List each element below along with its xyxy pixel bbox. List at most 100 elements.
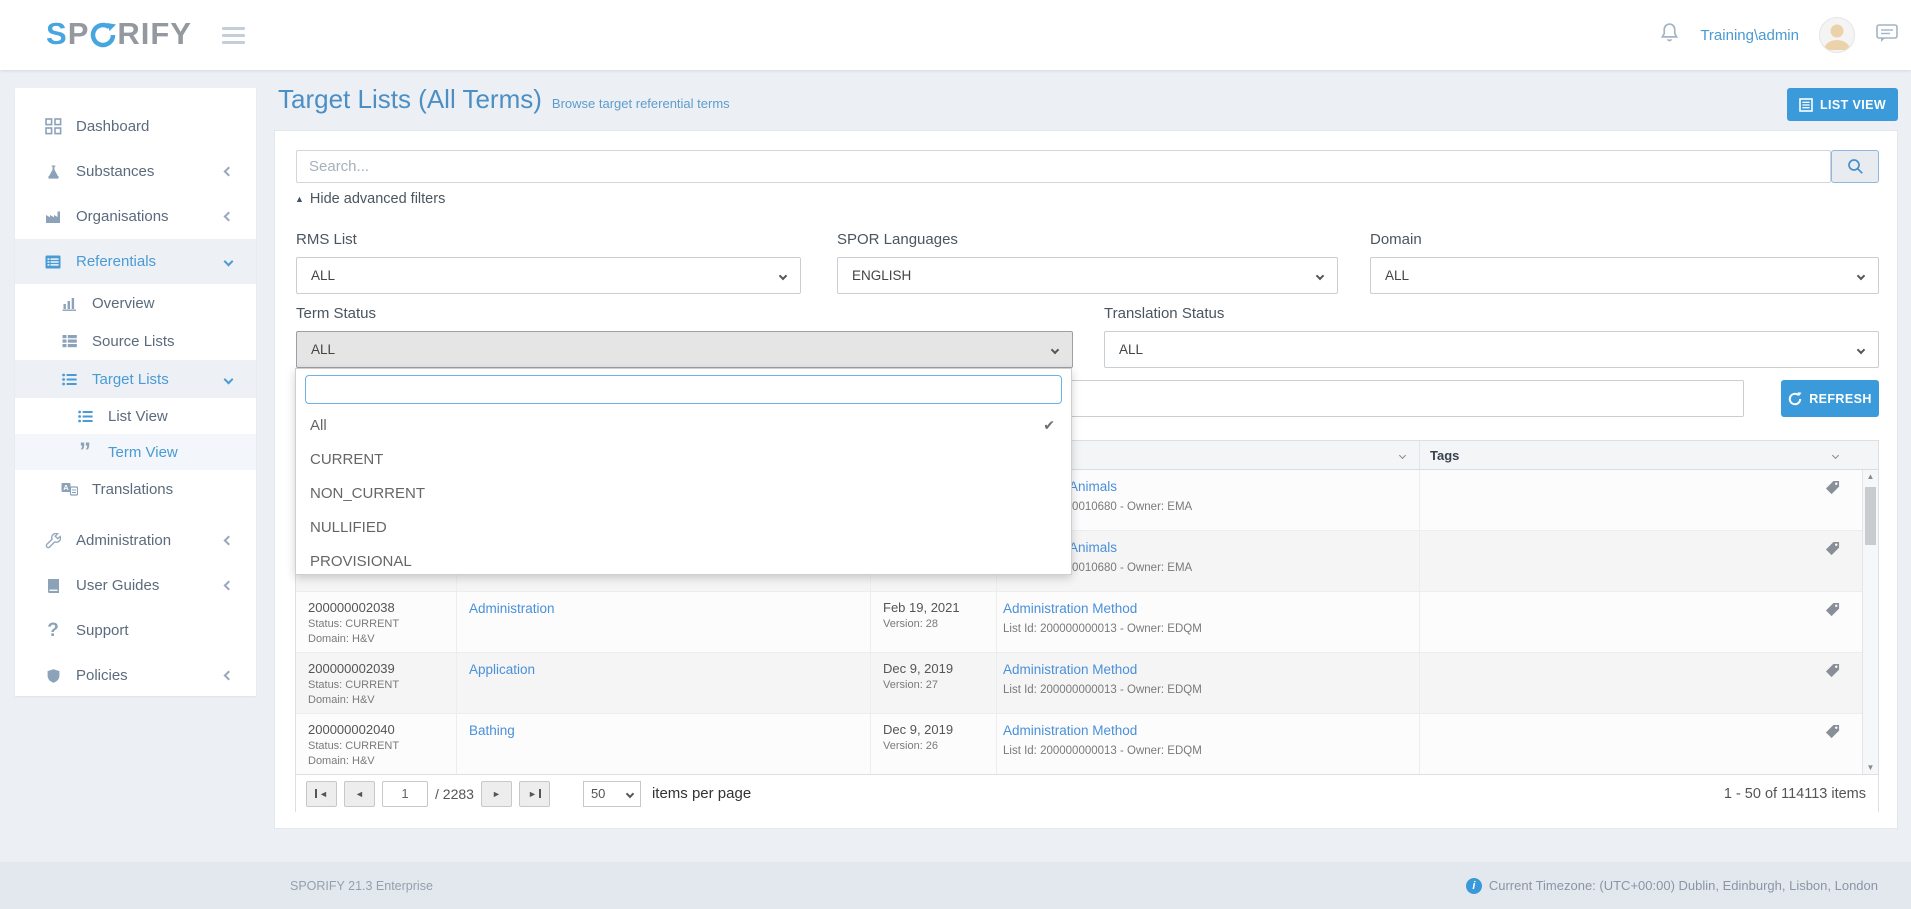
rms-list-value: ALL [311, 268, 335, 283]
chevron-down-icon [779, 271, 787, 279]
timezone-info: i Current Timezone: (UTC+00:00) Dublin, … [1466, 878, 1878, 894]
term-link[interactable]: Bathing [469, 723, 515, 738]
term-link[interactable]: Application [469, 662, 535, 677]
pager-range-label: 1 - 50 of 114113 items [1724, 786, 1866, 802]
dropdown-filter-input[interactable] [305, 375, 1062, 404]
previous-page-arrow-icon: ◄ [355, 789, 364, 799]
term-view-quote-icon: ” [75, 445, 95, 459]
list-link[interactable]: Administration Method [1003, 662, 1137, 677]
page-subtitle: Browse target referential terms [552, 96, 730, 111]
last-page-button[interactable]: ► [519, 781, 550, 807]
sidebar-item-label: Policies [76, 667, 128, 684]
refresh-icon [1788, 392, 1802, 406]
refresh-button-label: REFRESH [1809, 392, 1872, 406]
search-button[interactable] [1831, 150, 1879, 183]
chevron-left-icon [224, 167, 234, 177]
sidebar-item-label: Support [76, 622, 129, 639]
sidebar-item-administration[interactable]: Administration [15, 518, 256, 563]
sidebar-item-user-guides[interactable]: User Guides [15, 563, 256, 608]
grid-vertical-scrollbar[interactable]: ▲ ▼ [1862, 470, 1878, 774]
scroll-up-arrow-icon[interactable]: ▲ [1863, 472, 1878, 481]
user-avatar[interactable] [1819, 17, 1855, 53]
target-lists-icon [59, 373, 79, 386]
dropdown-option-all[interactable]: All ✔ [296, 408, 1071, 442]
app-version-label: SPORIFY 21.3 Enterprise [290, 879, 433, 893]
sidebar-item-policies[interactable]: Policies [15, 653, 256, 698]
search-input[interactable] [296, 150, 1831, 183]
domain-select[interactable]: ALL [1370, 257, 1879, 294]
column-menu-chevron-icon[interactable] [1399, 451, 1406, 458]
list-link[interactable]: Administration Method [1003, 601, 1137, 616]
chevron-down-icon [1857, 345, 1865, 353]
book-icon [43, 578, 63, 594]
sidebar-item-label: Organisations [76, 208, 169, 225]
rms-list-select[interactable]: ALL [296, 257, 801, 294]
dropdown-option-provisional[interactable]: PROVISIONAL [296, 544, 1071, 578]
spor-languages-select[interactable]: ENGLISH [837, 257, 1338, 294]
dropdown-option-current[interactable]: CURRENT [296, 442, 1071, 476]
page-header: Target Lists (All Terms) Browse target r… [278, 84, 730, 115]
tag-icon[interactable] [1825, 541, 1840, 561]
caret-up-icon: ▲ [295, 194, 304, 204]
next-page-button[interactable]: ► [481, 781, 512, 807]
previous-page-button[interactable]: ◄ [344, 781, 375, 807]
notifications-bell-icon[interactable] [1659, 22, 1680, 49]
sidebar-item-referentials[interactable]: Referentials [15, 239, 256, 284]
dropdown-option-nullified[interactable]: NULLIFIED [296, 510, 1071, 544]
sidebar-item-label: List View [108, 408, 168, 425]
term-link[interactable]: Administration [469, 601, 555, 616]
sidebar-toggle-hamburger-icon[interactable] [222, 27, 246, 48]
list-view-button[interactable]: LIST VIEW [1787, 88, 1898, 121]
term-status-value: ALL [311, 342, 335, 357]
translations-icon: A [59, 482, 79, 496]
sidebar-item-translations[interactable]: A Translations [15, 470, 256, 508]
rms-list-label: RMS List [296, 231, 357, 248]
page-total-label: / 2283 [435, 786, 474, 802]
list-view-button-label: LIST VIEW [1820, 98, 1886, 112]
chevron-left-icon [224, 671, 234, 681]
sidebar-item-list-view[interactable]: List View [15, 398, 256, 434]
sidebar-item-term-view[interactable]: ” Term View [15, 434, 256, 470]
tag-icon[interactable] [1825, 480, 1840, 500]
scroll-down-arrow-icon[interactable]: ▼ [1863, 763, 1878, 772]
sidebar-item-support[interactable]: ? Support [15, 608, 256, 653]
timezone-label: Current Timezone: (UTC+00:00) Dublin, Ed… [1489, 878, 1878, 893]
sidebar-item-label: Source Lists [92, 333, 175, 350]
sidebar-item-target-lists[interactable]: Target Lists [15, 360, 256, 398]
logo-letter-s: S [46, 16, 68, 52]
logo-refresh-o-icon [90, 22, 116, 48]
sidebar-item-organisations[interactable]: Organisations [15, 194, 256, 239]
sidebar-item-label: Target Lists [92, 371, 169, 388]
flask-icon [43, 164, 63, 180]
logo-letters-rify: RIFY [117, 16, 192, 52]
sidebar-item-overview[interactable]: Overview [15, 284, 256, 322]
toggle-label: Hide advanced filters [310, 191, 445, 207]
current-user-label[interactable]: Training\admin [1700, 27, 1799, 44]
shield-icon [43, 668, 63, 684]
term-status-select[interactable]: ALL [296, 331, 1073, 368]
translation-status-select[interactable]: ALL [1104, 331, 1879, 368]
sporify-logo[interactable]: SPRIFY [46, 16, 192, 52]
spor-languages-value: ENGLISH [852, 268, 911, 283]
chat-feedback-icon[interactable] [1875, 22, 1899, 49]
scrollbar-thumb[interactable] [1865, 487, 1876, 545]
sidebar-item-dashboard[interactable]: Dashboard [15, 104, 256, 149]
page-number-input[interactable] [382, 781, 428, 807]
sidebar-item-label: Administration [76, 532, 171, 549]
tag-icon[interactable] [1825, 663, 1840, 683]
sidebar-item-substances[interactable]: Substances [15, 149, 256, 194]
sidebar-nav: Dashboard Substances Organisations Refer… [15, 88, 256, 696]
items-per-page-select[interactable]: 50 [583, 781, 641, 807]
chevron-down-icon [1316, 271, 1324, 279]
first-page-button[interactable]: ◄ [306, 781, 337, 807]
sidebar-item-source-lists[interactable]: Source Lists [15, 322, 256, 360]
refresh-button[interactable]: REFRESH [1781, 380, 1879, 417]
dropdown-option-non-current[interactable]: NON_CURRENT [296, 476, 1071, 510]
tag-icon[interactable] [1825, 724, 1840, 744]
list-link[interactable]: Administration Method [1003, 723, 1137, 738]
tag-icon[interactable] [1825, 602, 1840, 622]
chevron-down-icon [1857, 271, 1865, 279]
footer: SPORIFY 21.3 Enterprise i Current Timezo… [0, 862, 1911, 909]
column-menu-chevron-icon[interactable] [1832, 451, 1839, 458]
hide-advanced-filters-toggle[interactable]: ▲ Hide advanced filters [295, 191, 445, 207]
